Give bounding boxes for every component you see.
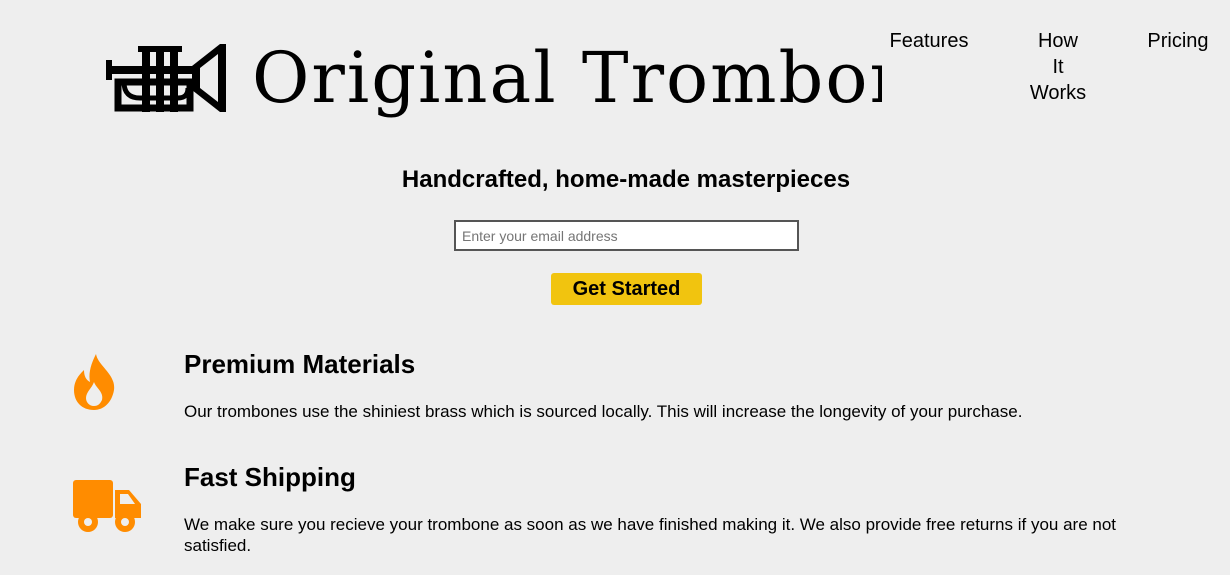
nav-link-how-it-works[interactable]: How It Works [1018, 28, 1098, 106]
nav-link-pricing[interactable]: Pricing [1142, 28, 1214, 54]
landing-page: Original Trombones Features How It Works… [0, 0, 1230, 575]
brand-name: Original Trombones [252, 37, 882, 119]
get-started-button[interactable]: Get Started [551, 273, 702, 305]
nav-how-line2: It [1052, 56, 1064, 78]
feature-desc-fast-shipping: We make sure you recieve your trombone a… [184, 515, 1117, 555]
truck-icon [73, 480, 141, 532]
feature-title-fast-shipping: Fast Shipping [184, 462, 356, 492]
brand-logo[interactable]: Original Trombones [104, 30, 884, 126]
feature-desc-premium-materials: Our trombones use the shiniest brass whi… [184, 402, 1023, 421]
nav-how-line1: How [1037, 30, 1078, 52]
feature-title-premium-materials: Premium Materials [184, 349, 416, 379]
nav-how-line3: Works [1029, 82, 1087, 104]
trumpet-icon [106, 44, 226, 112]
main-nav: Features How It Works Pricing [860, 28, 1230, 108]
nav-link-features[interactable]: Features [886, 28, 972, 54]
flame-icon [74, 354, 115, 410]
email-input[interactable] [454, 220, 799, 251]
hero-title: Handcrafted, home-made masterpieces [401, 166, 851, 193]
